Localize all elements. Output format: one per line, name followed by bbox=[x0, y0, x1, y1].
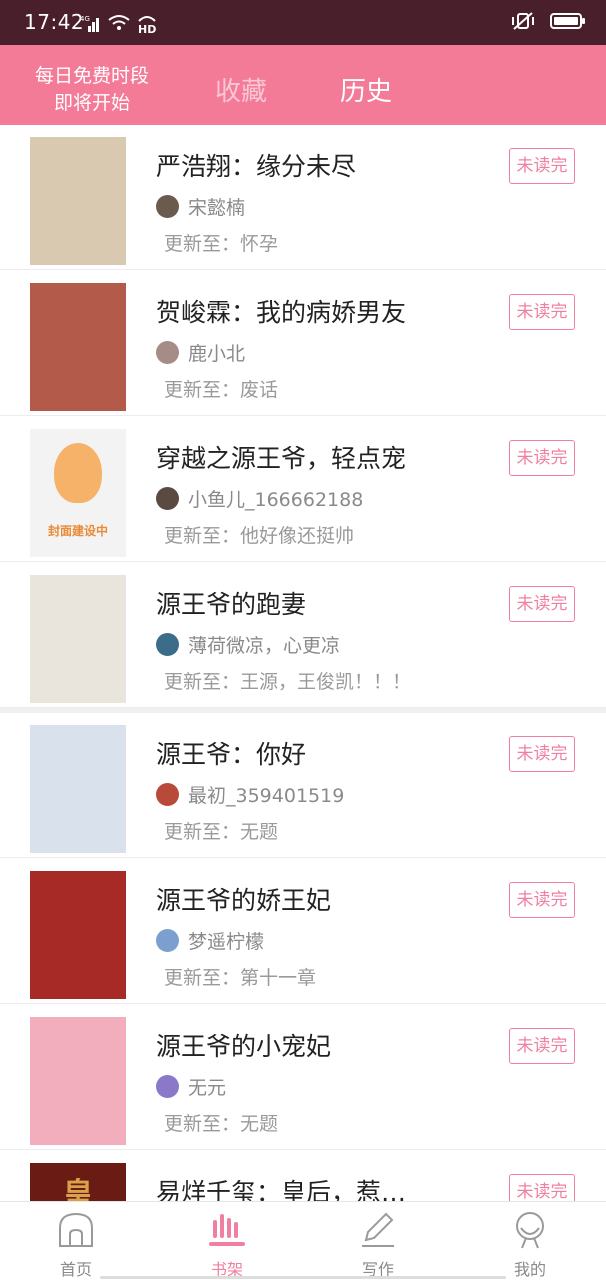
book-item[interactable]: 严浩翔：缘分未尽宋懿楠更新至：怀孕 未读完 bbox=[0, 125, 606, 270]
unread-badge-button[interactable]: 未读完 bbox=[509, 586, 575, 622]
hd-icon: HD bbox=[138, 16, 156, 34]
author-avatar bbox=[156, 1074, 179, 1098]
author-name: 最初_359401519 bbox=[188, 784, 345, 807]
tab-favorites[interactable]: 收藏 bbox=[215, 71, 267, 108]
nav-profile[interactable]: 我的 bbox=[470, 1202, 590, 1280]
section-separator bbox=[0, 708, 606, 713]
book-title: 穿越之源王爷，轻点宠 bbox=[156, 444, 407, 473]
author-name: 鹿小北 bbox=[188, 342, 246, 365]
author-name: 小鱼儿_166662188 bbox=[188, 488, 364, 511]
book-cover bbox=[30, 137, 126, 265]
author-name: 薄荷微凉，心更凉 bbox=[188, 634, 341, 657]
unread-badge-button[interactable]: 未读完 bbox=[509, 1028, 575, 1064]
book-item[interactable]: 源王爷的跑妻薄荷微凉，心更凉更新至：王源，王俊凯！！！ 未读完 bbox=[0, 563, 606, 708]
author-row: 小鱼儿_166662188 bbox=[156, 486, 364, 511]
author-row: 鹿小北 bbox=[156, 340, 246, 365]
author-row: 最初_359401519 bbox=[156, 782, 345, 807]
book-item[interactable]: 皇 易烊千玺：皇后，惹… 未读完 bbox=[0, 1151, 606, 1201]
latest-chapter: 更新至：他好像还挺帅 bbox=[164, 525, 355, 547]
book-title: 源王爷的跑妻 bbox=[156, 590, 307, 619]
author-name: 梦遥柠檬 bbox=[188, 930, 265, 953]
book-item[interactable]: 源王爷的娇王妃梦遥柠檬更新至：第十一章 未读完 bbox=[0, 859, 606, 1004]
nav-bookshelf[interactable]: 书架 bbox=[167, 1202, 287, 1280]
latest-chapter: 更新至：无题 bbox=[164, 821, 279, 843]
status-left-icons: 4G HD bbox=[80, 12, 158, 34]
author-name: 宋懿楠 bbox=[188, 196, 246, 219]
book-cover bbox=[30, 871, 126, 999]
unread-badge-button[interactable]: 未读完 bbox=[509, 294, 575, 330]
vibrate-mute-icon bbox=[512, 12, 534, 30]
book-item[interactable]: 源王爷的小宠妃无元更新至：无题 未读完 bbox=[0, 1005, 606, 1150]
history-list[interactable]: 严浩翔：缘分未尽 宋懿楠 更新至：怀孕 未读完 贺峻霖：我的病娇男友 鹿小北 更新至：废话未… bbox=[0, 125, 606, 1201]
unread-badge-button[interactable]: 未读完 bbox=[509, 1174, 575, 1201]
promo-line-1: 每日免费时段 bbox=[34, 65, 149, 87]
status-right-icons bbox=[510, 12, 585, 30]
latest-chapter: 更新至：无题 bbox=[164, 1113, 279, 1135]
cover-placeholder-label: 皇 bbox=[63, 1177, 93, 1201]
bookshelf-icon bbox=[209, 1214, 245, 1246]
book-cover bbox=[30, 575, 126, 703]
book-item[interactable]: 源王爷：你好最初_359401519 更新至：无题 未读完 bbox=[0, 713, 606, 858]
book-cover bbox=[30, 283, 126, 411]
free-period-promo[interactable]: 每日免费时段 即将开始 bbox=[22, 63, 162, 117]
author-row: 宋懿楠 bbox=[156, 194, 246, 219]
author-avatar bbox=[156, 194, 179, 218]
author-avatar bbox=[156, 782, 179, 806]
book-title: 易烊千玺：皇后，惹… bbox=[156, 1178, 407, 1201]
author-name: 无元 bbox=[188, 1076, 227, 1099]
book-cover bbox=[30, 725, 126, 853]
profile-icon bbox=[516, 1212, 544, 1249]
latest-chapter: 更新至：怀孕 bbox=[164, 233, 279, 255]
status-time: 17:42 bbox=[24, 10, 85, 34]
author-row: 薄荷微凉，心更凉 bbox=[156, 632, 341, 657]
book-cover bbox=[30, 1017, 126, 1145]
hd-label: HD bbox=[138, 23, 156, 34]
author-row: 无元 bbox=[156, 1074, 227, 1099]
nav-home[interactable]: 首页 bbox=[16, 1202, 136, 1280]
unread-badge-button[interactable]: 未读完 bbox=[509, 882, 575, 918]
latest-chapter: 更新至：王源，王俊凯！！！ bbox=[164, 671, 412, 693]
status-bar: 17:42 4G HD bbox=[0, 0, 606, 45]
pencil-icon bbox=[362, 1212, 394, 1247]
author-row: 梦遥柠檬 bbox=[156, 928, 265, 953]
book-title: 严浩翔：缘分未尽 bbox=[156, 152, 357, 181]
top-bar: 每日免费时段 即将开始 收藏 历史 bbox=[0, 45, 606, 125]
wifi-icon bbox=[108, 15, 130, 30]
book-cover: 封面建设中 bbox=[30, 429, 126, 557]
cover-placeholder-label: 封面建设中 bbox=[47, 524, 108, 538]
unread-badge-button[interactable]: 未读完 bbox=[509, 440, 575, 476]
nav-write[interactable]: 写作 bbox=[318, 1202, 438, 1280]
promo-line-2: 即将开始 bbox=[53, 92, 130, 114]
book-cover: 皇 bbox=[30, 1163, 126, 1201]
book-title: 源王爷的娇王妃 bbox=[156, 886, 332, 915]
latest-chapter: 更新至：废话 bbox=[164, 379, 279, 401]
unread-badge-button[interactable]: 未读完 bbox=[509, 148, 575, 184]
book-item[interactable]: 贺峻霖：我的病娇男友鹿小北更新至：废话 未读完 bbox=[0, 271, 606, 416]
book-title: 源王爷的小宠妃 bbox=[156, 1032, 332, 1061]
latest-chapter: 更新至：第十一章 bbox=[164, 967, 317, 989]
signal-icon: 4G bbox=[80, 15, 99, 32]
battery-icon bbox=[550, 13, 585, 29]
book-title: 源王爷：你好 bbox=[156, 740, 307, 769]
author-avatar bbox=[156, 486, 179, 510]
home-indicator bbox=[100, 1276, 506, 1279]
book-item[interactable]: 封面建设中 穿越之源王爷，轻点宠小鱼儿_166662188 更新至：他好像还挺帅 未读… bbox=[0, 417, 606, 562]
cover-mascot-icon bbox=[54, 443, 102, 503]
bottom-nav: 首页 书架 写作 我的 bbox=[0, 1201, 606, 1280]
author-avatar bbox=[156, 632, 179, 656]
author-avatar bbox=[156, 340, 179, 364]
tab-history[interactable]: 历史 bbox=[340, 71, 392, 108]
home-icon bbox=[59, 1212, 93, 1247]
book-title: 贺峻霖：我的病娇男友 bbox=[156, 298, 407, 327]
author-avatar bbox=[156, 928, 179, 952]
network-type-label: 4G bbox=[80, 15, 90, 23]
unread-badge-button[interactable]: 未读完 bbox=[509, 736, 575, 772]
